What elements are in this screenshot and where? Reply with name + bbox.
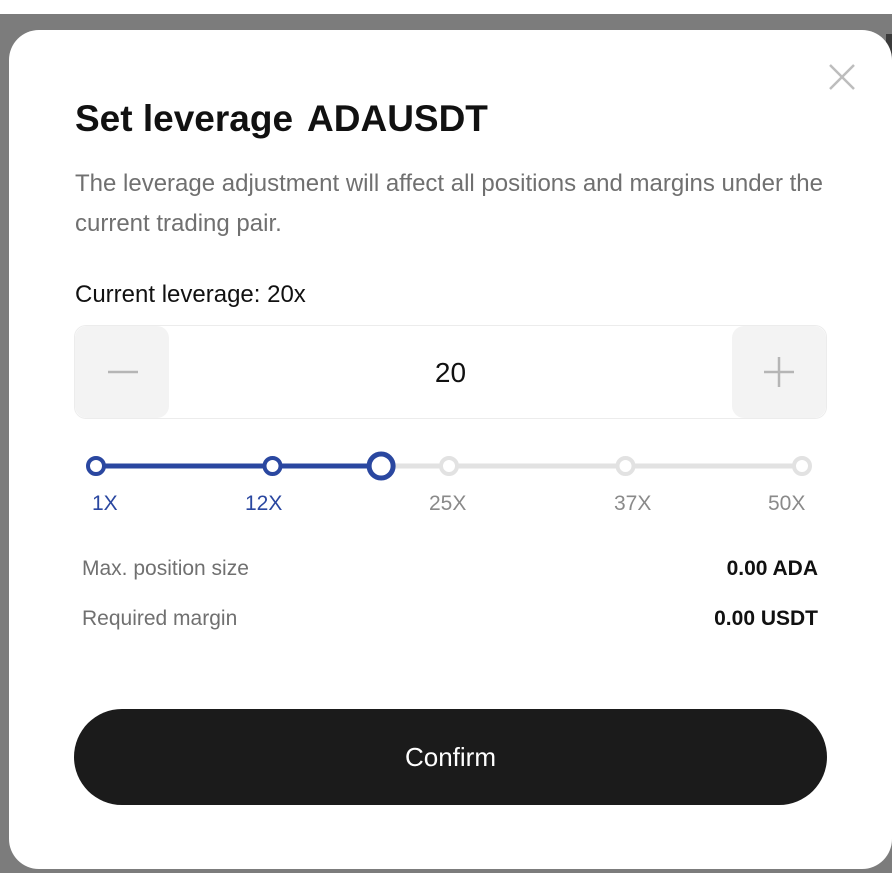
trading-pair: ADAUSDT bbox=[307, 98, 488, 139]
mark-label[interactable]: 12X bbox=[245, 492, 282, 516]
minus-icon bbox=[108, 370, 138, 374]
plus-icon bbox=[764, 357, 794, 387]
max-position-value: 0.00 ADA bbox=[726, 557, 818, 580]
slider-mark-dot bbox=[792, 456, 812, 476]
confirm-button[interactable]: Confirm bbox=[74, 709, 827, 805]
slider-mark-dot bbox=[615, 456, 636, 476]
leverage-slider[interactable] bbox=[84, 448, 824, 488]
decrease-button[interactable] bbox=[75, 326, 169, 418]
slider-mark-dot bbox=[86, 456, 106, 476]
slider-mark-dot bbox=[262, 456, 283, 476]
title-text: Set leverage bbox=[75, 98, 294, 139]
close-icon[interactable] bbox=[822, 57, 862, 97]
mark-label[interactable]: 37X bbox=[614, 492, 651, 516]
max-position-label: Max. position size bbox=[82, 557, 249, 580]
required-margin-label: Required margin bbox=[82, 607, 238, 630]
mark-label[interactable]: 1X bbox=[92, 492, 118, 516]
slider-marks: 1X 12X 25X 37X 50X bbox=[0, 492, 892, 522]
dialog-description: The leverage adjustment will affect all … bbox=[75, 170, 823, 237]
slider-mark-dot bbox=[439, 456, 459, 476]
mark-label[interactable]: 25X bbox=[429, 492, 466, 516]
required-margin-value: 0.00 USDT bbox=[714, 607, 818, 630]
dialog-title: Set leverage ADAUSDT bbox=[75, 98, 488, 140]
current-leverage: Current leverage: 20x bbox=[75, 281, 306, 308]
backdrop-top bbox=[0, 0, 892, 14]
slider-thumb[interactable] bbox=[366, 451, 396, 481]
leverage-input[interactable] bbox=[169, 326, 732, 420]
leverage-stepper bbox=[74, 325, 827, 420]
mark-label[interactable]: 50X bbox=[768, 492, 805, 516]
increase-button[interactable] bbox=[732, 326, 826, 418]
